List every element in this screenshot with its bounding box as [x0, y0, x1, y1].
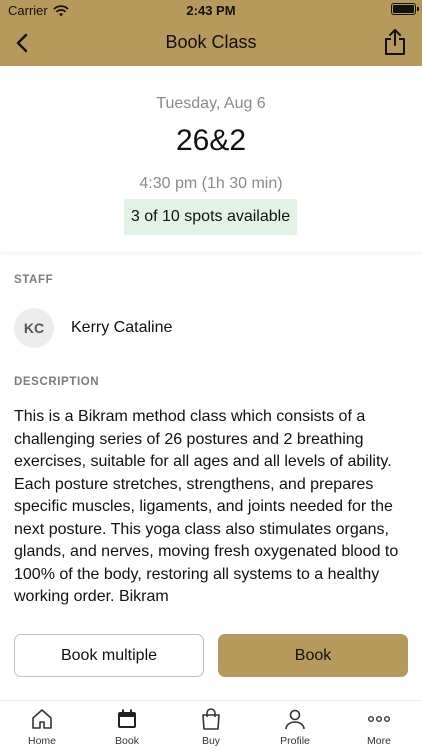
class-name: 26&2 — [175, 124, 247, 157]
staff-section-label: STAFF — [14, 274, 54, 286]
calendar-icon — [118, 709, 136, 728]
status-bar: Carrier 2:43 PM — [0, 0, 422, 20]
more-icon — [368, 715, 391, 722]
tab-buy[interactable]: Buy — [181, 707, 241, 747]
home-icon — [32, 709, 52, 729]
book-multiple-button[interactable]: Book multiple — [14, 634, 204, 677]
tab-profile[interactable]: Profile — [265, 707, 325, 747]
tab-book[interactable]: Book — [97, 707, 157, 747]
book-button[interactable]: Book — [218, 634, 408, 677]
shopping-bag-icon — [202, 708, 220, 730]
tab-bar: Home Book Buy Profile More — [0, 700, 422, 750]
tab-book-label: Book — [115, 735, 139, 747]
class-description: This is a Bikram method class which cons… — [14, 408, 399, 605]
tab-more[interactable]: More — [349, 707, 409, 747]
staff-name[interactable]: Kerry Cataline — [71, 319, 172, 337]
tab-home-label: Home — [27, 735, 56, 747]
tab-buy-label: Buy — [201, 735, 221, 747]
tab-home[interactable]: Home — [12, 707, 72, 747]
description-section-label: DESCRIPTION — [14, 376, 100, 388]
class-date: Tuesday, Aug 6 — [156, 95, 266, 112]
spots-available-badge: 3 of 10 spots available — [124, 199, 297, 235]
avatar: KC — [14, 308, 54, 348]
share-icon[interactable] — [382, 28, 408, 56]
status-time: 2:43 PM — [186, 3, 236, 18]
tab-more-label: More — [367, 735, 391, 747]
page-title: Book Class — [165, 32, 257, 52]
class-time: 4:30 pm (1h 30 min) — [139, 175, 283, 192]
battery-icon — [391, 3, 419, 15]
tab-profile-label: Profile — [280, 735, 310, 747]
nav-bar: Book Class — [0, 20, 422, 66]
profile-icon — [285, 709, 305, 730]
